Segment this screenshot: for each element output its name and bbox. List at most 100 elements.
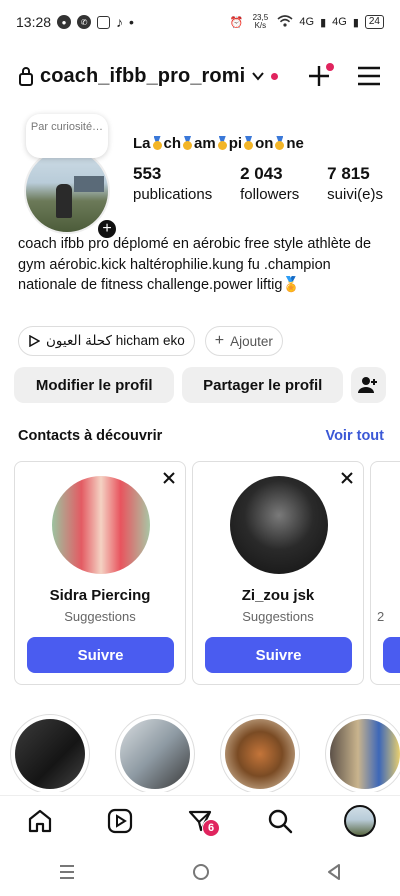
signal-2-label: 4G [332, 16, 347, 28]
more-dot-icon: • [129, 14, 134, 30]
stat-followers[interactable]: 2 043 followers [240, 164, 299, 203]
medal-icon [243, 136, 254, 150]
suggestion-carousel[interactable]: Sidra Piercing Suggestions Suivre Zi_zou… [14, 461, 400, 687]
suggestion-subtitle: Suggestions [242, 609, 314, 624]
profile-avatar-thumb [344, 804, 376, 837]
see-all-link[interactable]: Voir tout [325, 428, 384, 444]
account-username[interactable]: coach_ifbb_pro_romi [40, 65, 245, 88]
messenger-icon: ● [57, 15, 72, 29]
medal-icon [274, 136, 285, 150]
profile-avatar[interactable] [24, 148, 110, 234]
signal-1-label: 4G [299, 16, 315, 28]
story-highlights[interactable] [10, 714, 400, 792]
highlight-item[interactable] [325, 714, 400, 792]
close-icon[interactable] [339, 470, 355, 486]
nav-home[interactable] [20, 801, 60, 841]
share-profile-button[interactable]: Partager le profil [182, 367, 343, 403]
medal-icon [182, 136, 193, 150]
system-navigation [0, 848, 400, 896]
suggestion-name[interactable]: Zi_zou jsk [193, 587, 363, 604]
highlight-cover [225, 719, 295, 789]
suggestion-name[interactable]: Sidra Piercing [15, 587, 185, 604]
follow-button[interactable]: Suivre [205, 637, 352, 673]
network-speed: 23,5 K/s [252, 13, 269, 30]
profile-header: coach_ifbb_pro_romi [18, 56, 384, 96]
music-chip-label: كحلة العيون hicham eko [46, 333, 185, 348]
home-button-icon[interactable] [192, 863, 210, 881]
home-icon [28, 809, 52, 832]
close-icon[interactable] [161, 470, 177, 486]
stat-following[interactable]: 7 815 suivi(e)s [327, 164, 383, 203]
chevron-down-icon[interactable] [251, 69, 265, 83]
profile-chips: كحلة العيون hicham eko + Ajouter [18, 326, 384, 356]
suggestion-card[interactable]: Zi_zou jsk Suggestions Suivre [192, 461, 364, 685]
profile-summary: Par curiosité… + La ch am pi on ne 553 public… [18, 108, 384, 240]
alarm-icon: ⏰ [229, 16, 244, 29]
back-icon[interactable] [326, 863, 342, 881]
highlight-cover [120, 719, 190, 789]
suggestion-avatar[interactable] [230, 476, 328, 574]
discover-header: Contacts à découvrir Voir tout [18, 428, 384, 444]
add-link-chip[interactable]: + Ajouter [204, 326, 283, 356]
battery-icon: 24 [364, 15, 384, 29]
highlight-item[interactable] [220, 714, 300, 792]
suggestion-card-partial[interactable]: 2 [370, 461, 400, 685]
discover-title: Contacts à découvrir [18, 428, 163, 444]
wifi-icon [277, 14, 293, 30]
stat-value: 553 [133, 164, 162, 183]
menu-button[interactable] [354, 61, 384, 91]
suggestion-card[interactable]: Sidra Piercing Suggestions Suivre [14, 461, 186, 685]
stat-label: followers [240, 186, 300, 203]
highlight-cover [15, 719, 85, 789]
medal-icon [152, 136, 163, 150]
display-name: La ch am pi on ne [133, 135, 304, 152]
suggestion-subtitle: Suggestions [64, 609, 136, 624]
notification-badge: 6 [202, 818, 220, 837]
highlight-item[interactable] [115, 714, 195, 792]
menu-icon [358, 66, 380, 86]
follow-button[interactable] [383, 637, 400, 673]
stat-value: 7 815 [327, 164, 370, 183]
bottom-navigation: 6 [0, 795, 400, 845]
status-time: 13:28 [16, 14, 52, 30]
stat-publications[interactable]: 553 publications [133, 164, 212, 203]
edit-profile-button[interactable]: Modifier le profil [14, 367, 175, 403]
stat-value: 2 043 [240, 164, 283, 183]
signal-bars-icon: ▮ [352, 16, 359, 29]
medal-icon [217, 136, 228, 150]
discover-people-button[interactable] [350, 367, 386, 403]
nav-search[interactable] [260, 801, 300, 841]
display-name-part: La [133, 135, 151, 152]
signal-bars-icon: ▮ [320, 16, 327, 29]
nav-activity[interactable]: 6 [180, 801, 220, 841]
add-story-button[interactable]: + [96, 218, 118, 240]
recent-apps-icon[interactable] [58, 864, 76, 880]
suggestion-subtitle: 2 [377, 609, 385, 624]
whatsapp-icon: ✆ [77, 15, 92, 29]
highlight-item[interactable] [10, 714, 90, 792]
suggestion-avatar[interactable] [52, 476, 150, 574]
play-icon [29, 335, 40, 347]
status-bar: 13:28 ● ✆ ♪ • ⏰ 23,5 K/s 4G ▮ 4G ▮ 24 [0, 0, 400, 44]
add-person-icon [358, 377, 378, 393]
gallery-icon [97, 15, 111, 29]
profile-note[interactable]: Par curiosité… [26, 114, 108, 158]
profile-stats: 553 publications 2 043 followers 7 815 s… [133, 164, 383, 203]
display-name-part: ch [163, 135, 182, 152]
avatar-photo-structure [74, 176, 104, 192]
follow-button[interactable]: Suivre [27, 637, 174, 673]
highlight-cover [330, 719, 400, 789]
search-icon [268, 809, 293, 833]
nav-reels[interactable] [100, 801, 140, 841]
stat-label: publications [133, 186, 213, 203]
create-button[interactable] [304, 61, 334, 91]
avatar-photo-person [56, 184, 72, 218]
music-chip[interactable]: كحلة العيون hicham eko [18, 326, 195, 356]
nav-profile[interactable] [340, 801, 380, 841]
tiktok-icon: ♪ [116, 14, 124, 30]
create-notification-dot [326, 63, 334, 71]
profile-bio: coach ifbb pro déplomé en aérobic free s… [18, 236, 372, 293]
add-link-label: Ajouter [230, 333, 273, 349]
display-name-part: pi [228, 135, 243, 152]
stat-label: suivi(e)s [327, 186, 383, 203]
